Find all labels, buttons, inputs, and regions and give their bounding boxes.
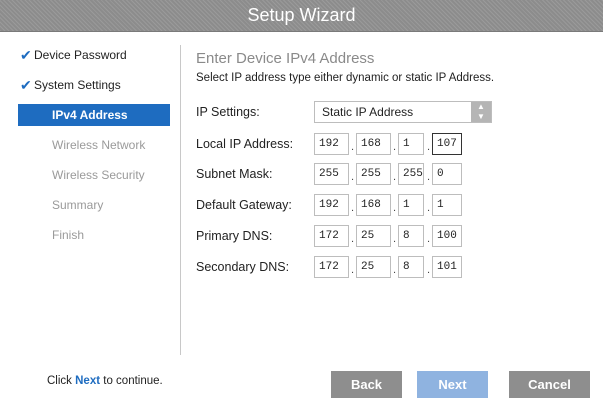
primary-dns-row: Primary DNS: 172 . 25 . 8 . 100 (196, 225, 496, 251)
default-gateway-octet-1[interactable]: 192 (314, 194, 349, 216)
octet-separator: . (351, 264, 355, 276)
octet-separator: . (393, 171, 397, 183)
default-gateway-octet-4[interactable]: 1 (432, 194, 462, 216)
step-label: System Settings (34, 78, 121, 92)
step-label: Finish (52, 228, 85, 242)
local-ip-octet-2[interactable]: 168 (356, 133, 391, 155)
octet-separator: . (393, 233, 397, 245)
octet-separator: . (351, 233, 355, 245)
default-gateway-row: Default Gateway: 192 . 168 . 1 . 1 (196, 194, 496, 220)
step-label: IPv4 Address (52, 108, 128, 122)
primary-dns-octet-4[interactable]: 100 (432, 225, 462, 247)
primary-dns-label: Primary DNS: (196, 229, 273, 243)
step-finish: Finish (18, 220, 170, 250)
primary-dns-octet-1[interactable]: 172 (314, 225, 349, 247)
secondary-dns-octet-2[interactable]: 25 (356, 256, 391, 278)
step-label: Wireless Security (52, 168, 145, 182)
subnet-mask-label: Subnet Mask: (196, 167, 273, 181)
secondary-dns-label: Secondary DNS: (196, 260, 290, 274)
ip-settings-select[interactable]: Static IP Address ▲ ▼ (314, 101, 492, 123)
back-button[interactable]: Back (331, 371, 402, 398)
hint-next-word: Next (75, 375, 101, 387)
secondary-dns-octet-3[interactable]: 8 (398, 256, 424, 278)
step-wireless-network: Wireless Network (18, 130, 170, 160)
secondary-dns-octet-4[interactable]: 101 (432, 256, 462, 278)
step-label: Summary (52, 198, 104, 212)
local-ip-octet-3[interactable]: 1 (398, 133, 424, 155)
wizard-steps-sidebar: ✔ Device Password ✔ System Settings IPv4… (18, 40, 170, 250)
page-heading: Enter Device IPv4 Address (196, 50, 375, 67)
step-device-password[interactable]: ✔ Device Password (18, 40, 170, 70)
secondary-dns-octet-1[interactable]: 172 (314, 256, 349, 278)
octet-separator: . (427, 233, 431, 245)
updown-chevron-icon[interactable]: ▲ ▼ (471, 102, 491, 122)
octet-separator: . (393, 141, 397, 153)
subnet-mask-row: Subnet Mask: 255 . 255 . 255 . 0 (196, 163, 496, 189)
hint-prefix: Click (47, 375, 72, 387)
window-title: Setup Wizard (247, 5, 356, 25)
local-ip-label: Local IP Address: (196, 137, 294, 151)
ip-settings-row: IP Settings: Static IP Address ▲ ▼ (196, 101, 496, 127)
primary-dns-octet-2[interactable]: 25 (356, 225, 391, 247)
octet-separator: . (351, 141, 355, 153)
subnet-mask-octet-1[interactable]: 255 (314, 163, 349, 185)
octet-separator: . (427, 171, 431, 183)
octet-separator: . (427, 264, 431, 276)
step-system-settings[interactable]: ✔ System Settings (18, 70, 170, 100)
default-gateway-label: Default Gateway: (196, 198, 292, 212)
step-ipv4-address[interactable]: IPv4 Address (18, 104, 170, 126)
primary-dns-octet-3[interactable]: 8 (398, 225, 424, 247)
secondary-dns-row: Secondary DNS: 172 . 25 . 8 . 101 (196, 256, 496, 282)
step-label: Wireless Network (52, 138, 146, 152)
subnet-mask-octet-2[interactable]: 255 (356, 163, 391, 185)
subnet-mask-octet-3[interactable]: 255 (398, 163, 424, 185)
page-instructions: Select IP address type either dynamic or… (196, 72, 495, 84)
checkmark-icon: ✔ (20, 47, 32, 63)
octet-separator: . (427, 202, 431, 214)
step-wireless-security: Wireless Security (18, 160, 170, 190)
octet-separator: . (351, 202, 355, 214)
local-ip-octet-4[interactable]: 107 (432, 133, 462, 155)
subnet-mask-octet-4[interactable]: 0 (432, 163, 462, 185)
hint-suffix: to continue. (103, 375, 163, 387)
octet-separator: . (393, 264, 397, 276)
default-gateway-octet-2[interactable]: 168 (356, 194, 391, 216)
ip-settings-label: IP Settings: (196, 105, 260, 119)
octet-separator: . (427, 141, 431, 153)
step-label: Device Password (34, 48, 127, 62)
default-gateway-octet-3[interactable]: 1 (398, 194, 424, 216)
local-ip-octet-1[interactable]: 192 (314, 133, 349, 155)
checkmark-icon: ✔ (20, 77, 32, 93)
step-summary: Summary (18, 190, 170, 220)
sidebar-divider (180, 45, 181, 355)
octet-separator: . (393, 202, 397, 214)
local-ip-row: Local IP Address: 192 . 168 . 1 . 107 (196, 133, 496, 159)
ip-settings-value: Static IP Address (322, 105, 414, 119)
footer-hint: Click Next to continue. (47, 375, 163, 387)
next-button[interactable]: Next (417, 371, 488, 398)
octet-separator: . (351, 171, 355, 183)
cancel-button[interactable]: Cancel (509, 371, 590, 398)
